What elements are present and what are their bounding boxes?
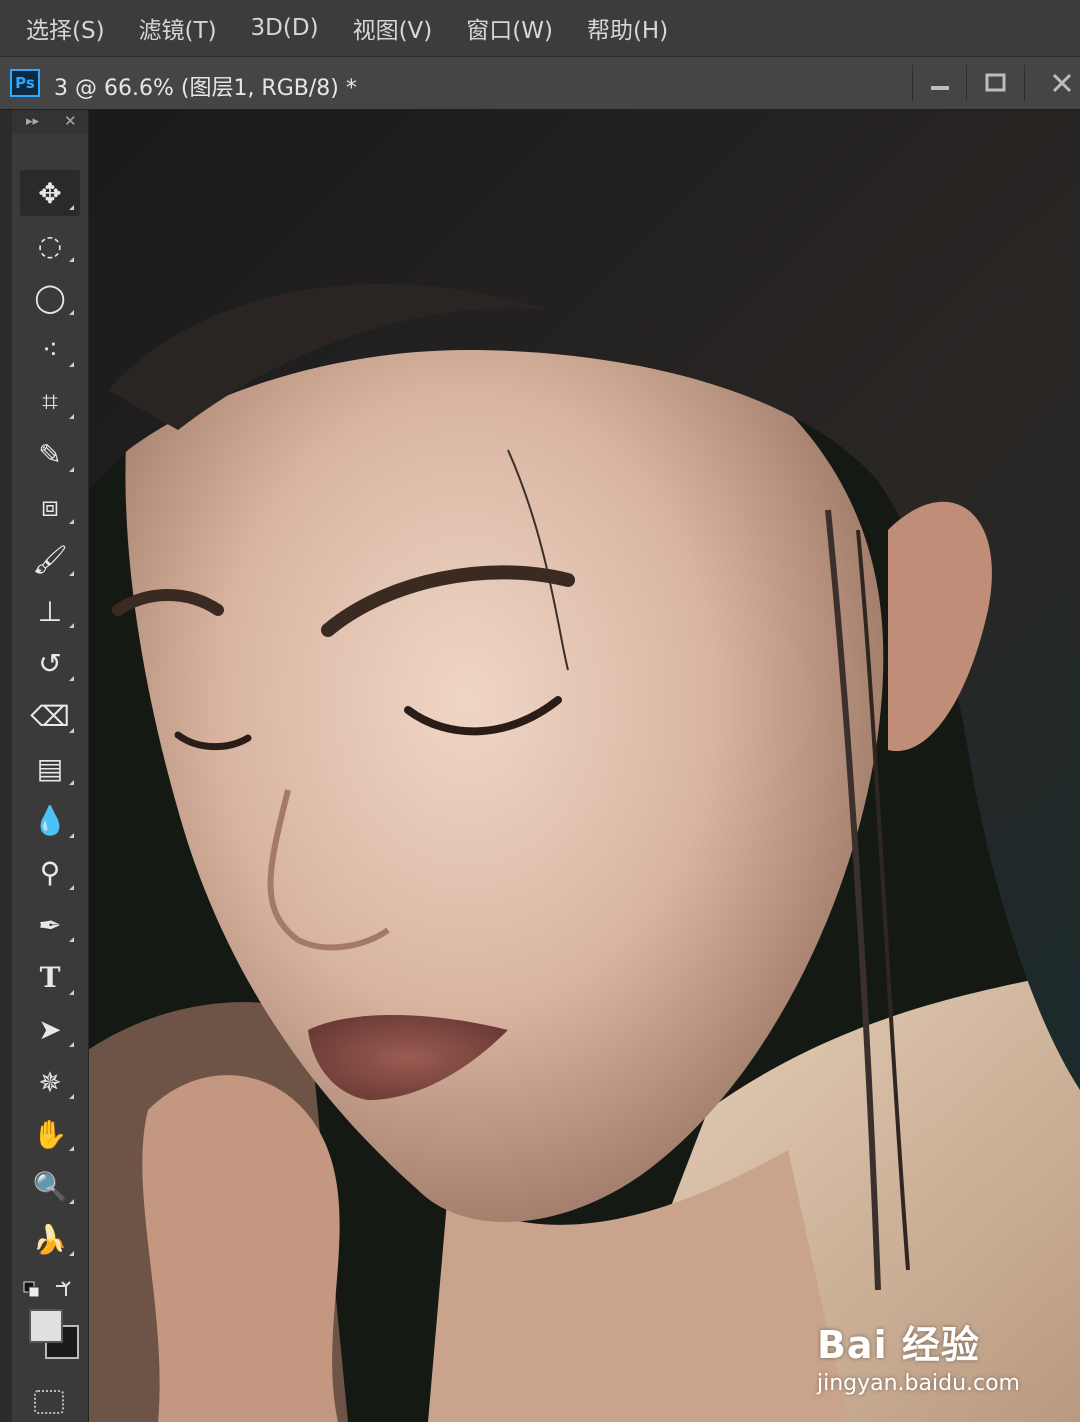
- baidu-watermark: Bai 经验 jingyan.baidu.com: [817, 1314, 1020, 1396]
- flyout-indicator-icon: [69, 257, 74, 263]
- pen-icon: ✒: [38, 908, 62, 942]
- flyout-indicator-icon: [69, 1251, 74, 1256]
- flyout-indicator-icon: [69, 623, 74, 629]
- type-icon: T: [39, 961, 61, 994]
- divider: [966, 65, 967, 101]
- patch-icon: ⧈: [41, 489, 59, 523]
- flyout-indicator-icon: [69, 518, 74, 524]
- swatch-controls-icon[interactable]: [22, 1278, 82, 1368]
- eyedropper-icon: ✎: [38, 438, 62, 471]
- clone-stamp-icon: ⊥: [37, 594, 63, 628]
- eyedropper-tool[interactable]: ✎: [20, 432, 80, 478]
- flyout-indicator-icon: [69, 989, 74, 995]
- divider: [1024, 65, 1025, 101]
- extra-tool[interactable]: 🍌: [20, 1216, 80, 1262]
- menu-item-4[interactable]: 窗口(W): [462, 11, 557, 45]
- flyout-indicator-icon: [69, 571, 74, 577]
- dodge-tool[interactable]: ⚲: [20, 850, 80, 896]
- document-canvas[interactable]: Bai 经验 jingyan.baidu.com: [88, 110, 1080, 1422]
- photoshop-logo-icon: Ps: [10, 69, 40, 97]
- flyout-indicator-icon: [69, 780, 74, 786]
- flyout-indicator-icon: [69, 728, 74, 733]
- close-panel-icon[interactable]: ✕: [64, 112, 77, 130]
- document-title[interactable]: 3 @ 66.6% (图层1, RGB/8) *: [54, 70, 357, 102]
- crop-tool[interactable]: ⌗: [20, 379, 80, 425]
- blur-icon: 💧: [32, 804, 68, 838]
- patch-tool[interactable]: ⧈: [20, 484, 80, 530]
- baidu-url-text: jingyan.baidu.com: [816, 1371, 1020, 1396]
- minimize-icon[interactable]: [920, 65, 960, 101]
- menu-item-0[interactable]: 选择(S): [22, 11, 109, 45]
- menu-item-2[interactable]: 3D(D): [247, 15, 323, 41]
- flyout-indicator-icon: [69, 675, 74, 681]
- move-tool[interactable]: ✥: [20, 170, 80, 216]
- flyout-indicator-icon: [69, 205, 74, 210]
- flyout-indicator-icon: [69, 466, 74, 472]
- lasso-tool[interactable]: ◯: [20, 275, 80, 321]
- elliptical-marquee-tool[interactable]: ◌: [20, 222, 80, 268]
- crop-icon: ⌗: [42, 385, 58, 419]
- move-icon: ✥: [38, 176, 62, 210]
- menu-item-5[interactable]: 帮助(H): [583, 11, 672, 45]
- menu-item-1[interactable]: 滤镜(T): [135, 11, 221, 45]
- flyout-indicator-icon: [69, 1146, 74, 1152]
- quick-mask-icon[interactable]: [34, 1390, 64, 1415]
- divider: [912, 65, 913, 101]
- flyout-indicator-icon: [69, 1041, 74, 1047]
- clone-stamp-tool[interactable]: ⊥: [20, 588, 80, 634]
- hand-tool[interactable]: ✋: [20, 1111, 80, 1157]
- blur-tool[interactable]: 💧: [20, 798, 80, 844]
- zoom-icon: 🔍: [32, 1170, 68, 1204]
- custom-shape-icon: ✵: [38, 1065, 62, 1099]
- document-tab-bar: Ps 3 @ 66.6% (图层1, RGB/8) *: [0, 57, 1080, 110]
- flyout-indicator-icon: [69, 309, 74, 315]
- flyout-indicator-icon: [69, 1094, 74, 1100]
- expand-panel-icon[interactable]: ▸▸: [26, 114, 39, 129]
- path-selection-tool[interactable]: ➤: [20, 1007, 80, 1053]
- brush-tool[interactable]: 🖌: [20, 536, 80, 582]
- extra-icon: 🍌: [32, 1222, 68, 1256]
- elliptical-marquee-icon: ◌: [37, 228, 63, 262]
- close-icon[interactable]: [1044, 65, 1080, 101]
- eraser-icon: ⌫: [30, 699, 70, 733]
- tools-panel: ▸▸ ✕ ✥ ◌ ◯ ⁖ ⌗ ✎ ⧈ 🖌 ⊥ ↺ ⌫ ▤ 💧 ⚲ ✒ T ➤ ✵ ✋ 🔍 🍌: [12, 110, 89, 1422]
- flyout-indicator-icon: [69, 832, 74, 838]
- zoom-tool[interactable]: 🔍: [20, 1164, 80, 1210]
- quick-selection-tool[interactable]: ⁖: [20, 327, 80, 373]
- custom-shape-tool[interactable]: ✵: [20, 1059, 80, 1105]
- brush-icon: 🖌: [32, 542, 68, 576]
- lasso-icon: ◯: [34, 281, 66, 315]
- eraser-tool[interactable]: ⌫: [20, 693, 80, 739]
- tools-panel-header: ▸▸ ✕: [12, 110, 88, 134]
- gradient-tool[interactable]: ▤: [20, 745, 80, 791]
- history-brush-icon: ↺: [38, 647, 62, 681]
- dodge-icon: ⚲: [39, 856, 61, 890]
- quick-selection-icon: ⁖: [41, 333, 59, 367]
- history-brush-tool[interactable]: ↺: [20, 641, 80, 687]
- flyout-indicator-icon: [69, 414, 74, 420]
- flyout-indicator-icon: [69, 361, 74, 367]
- path-selection-icon: ➤: [38, 1013, 62, 1047]
- flyout-indicator-icon: [69, 884, 74, 890]
- type-tool[interactable]: T: [20, 955, 80, 1001]
- gradient-icon: ▤: [36, 751, 64, 785]
- flyout-indicator-icon: [69, 1198, 74, 1204]
- portrait-image: [88, 110, 1080, 1422]
- menu-bar: 选择(S) 滤镜(T) 3D(D) 视图(V) 窗口(W) 帮助(H): [0, 0, 1080, 57]
- hand-icon: ✋: [32, 1117, 68, 1151]
- flyout-indicator-icon: [69, 937, 74, 943]
- baidu-logo-text: Bai 经验: [816, 1323, 980, 1367]
- color-swatches: [22, 1278, 82, 1368]
- pen-tool[interactable]: ✒: [20, 902, 80, 948]
- menu-item-3[interactable]: 视图(V): [349, 11, 437, 45]
- maximize-icon[interactable]: [974, 65, 1018, 101]
